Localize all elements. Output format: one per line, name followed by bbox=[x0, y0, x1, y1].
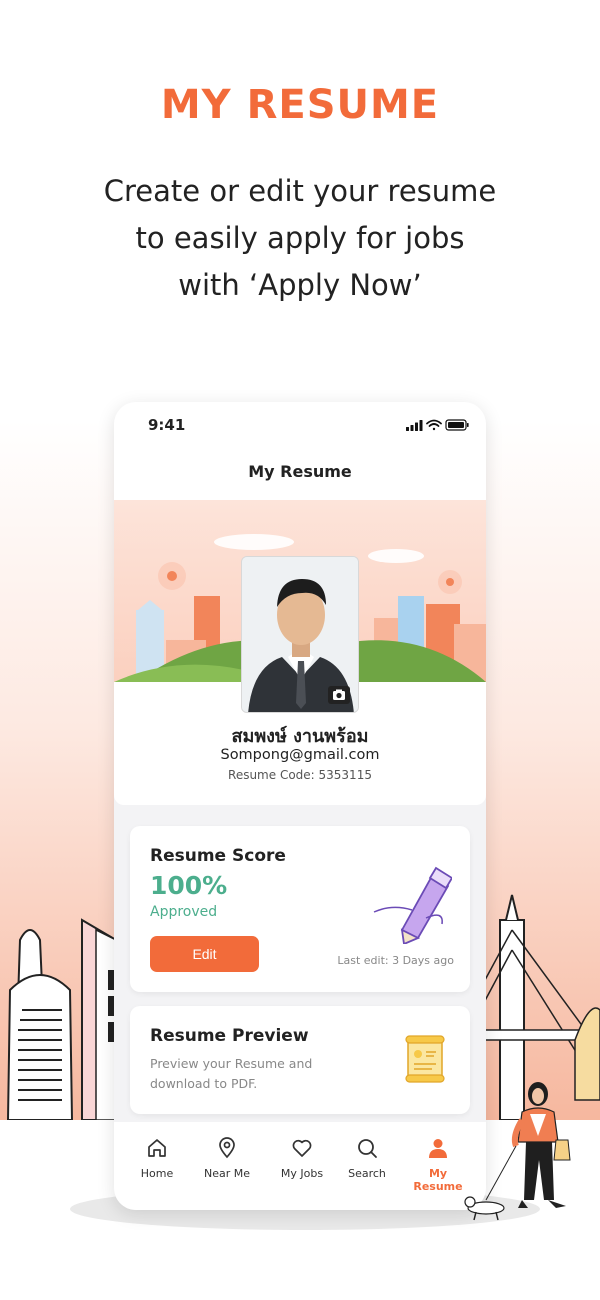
profile-email: Sompong@gmail.com bbox=[220, 747, 380, 763]
resume-preview-description: Preview your Resume and download to PDF. bbox=[150, 1056, 313, 1091]
phone-frame: 9:41 My Resume สมพงษ์ งานพร้อม Sompong@g… bbox=[114, 402, 486, 1210]
tab-search[interactable]: Search bbox=[332, 1136, 402, 1180]
bottom-tab-bar: Home Near Me My Jobs Search My Resume bbox=[114, 1122, 486, 1210]
tab-label: Near Me bbox=[203, 1167, 250, 1180]
battery-icon bbox=[445, 419, 469, 431]
tab-near-me[interactable]: Near Me bbox=[192, 1136, 262, 1180]
hero-subtitle-line: with ‘Apply Now’ bbox=[178, 268, 422, 302]
search-icon bbox=[358, 1139, 377, 1158]
person-icon bbox=[429, 1139, 447, 1158]
tab-label: Search bbox=[348, 1167, 386, 1180]
woman-walking-dog-illustration bbox=[464, 1082, 571, 1221]
camera-icon[interactable] bbox=[328, 686, 350, 704]
edit-button[interactable]: Edit bbox=[150, 936, 259, 972]
pencil-icon bbox=[373, 866, 452, 944]
wifi-icon bbox=[426, 419, 442, 431]
tab-label: My Jobs bbox=[280, 1167, 324, 1180]
tab-my-jobs[interactable]: My Jobs bbox=[267, 1136, 337, 1180]
resume-score-card: Resume Score 100% Approved Edit Last edi… bbox=[130, 826, 470, 992]
resume-score-title: Resume Score bbox=[150, 846, 286, 866]
resume-score-status: Approved bbox=[150, 904, 218, 920]
resume-score-value: 100% bbox=[150, 871, 228, 900]
tab-label: Home bbox=[140, 1167, 174, 1180]
signal-icon bbox=[406, 420, 423, 431]
profile-photo[interactable] bbox=[241, 556, 359, 713]
status-time: 9:41 bbox=[148, 416, 186, 434]
document-scroll-icon bbox=[405, 1035, 445, 1083]
hero-subtitle: Create or edit your resume to easily app… bbox=[60, 168, 540, 309]
hero-subtitle-line: to easily apply for jobs bbox=[135, 221, 465, 255]
resume-preview-title: Resume Preview bbox=[150, 1026, 309, 1046]
status-icons bbox=[406, 419, 469, 431]
heart-icon bbox=[292, 1139, 312, 1157]
page-title: My Resume bbox=[248, 462, 352, 481]
last-edit-text: Last edit: 3 Days ago bbox=[337, 954, 454, 967]
profile-name: สมพงษ์ งานพร้อม bbox=[231, 726, 369, 747]
hero-subtitle-line: Create or edit your resume bbox=[103, 174, 497, 208]
profile-card: สมพงษ์ งานพร้อม Sompong@gmail.com Resume… bbox=[114, 500, 486, 805]
left-buildings-illustration bbox=[6, 918, 117, 1121]
hero-title: MY RESUME bbox=[160, 82, 440, 128]
resume-preview-card[interactable]: Resume Preview Preview your Resume and d… bbox=[130, 1006, 470, 1114]
nav-bar: My Resume bbox=[114, 448, 486, 500]
location-pin-icon bbox=[219, 1137, 235, 1159]
resume-code: Resume Code: 5353115 bbox=[228, 768, 372, 782]
home-icon bbox=[148, 1139, 166, 1157]
tab-home[interactable]: Home bbox=[122, 1136, 192, 1180]
status-bar: 9:41 bbox=[114, 402, 486, 448]
